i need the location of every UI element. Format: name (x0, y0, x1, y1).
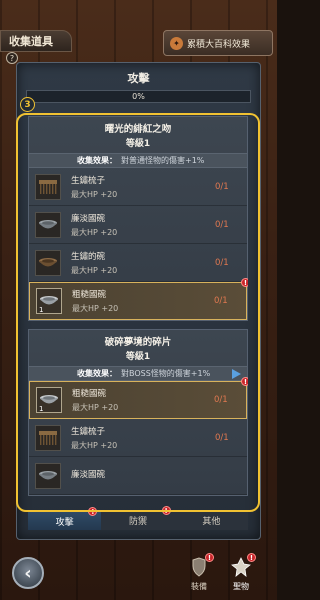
alert-icon: ! (88, 507, 98, 516)
item-slot: 1 (36, 288, 62, 314)
list-item[interactable]: 生鏽梳子 最大HP +20 0/1 (29, 168, 247, 206)
item-count: 0/1 (214, 296, 228, 306)
collection-set: 曙光的緋紅之吻 等級1 收集效果： 對普通怪物的傷害+1% 生鏽梳子 最大HP … (28, 116, 248, 321)
back-arrow-icon: ‹ (24, 562, 32, 584)
item-name: 廉淡國碗 (71, 470, 106, 480)
item-slot (35, 462, 61, 489)
item-slot: 1 (36, 387, 62, 413)
set-effect: 收集效果： 對普通怪物的傷害+1% (29, 153, 247, 168)
category-tabs: 攻擊 ! 防禦 ! 其他 (28, 506, 248, 530)
set-effect: 收集效果： 對BOSS怪物的傷害+1% (29, 366, 247, 381)
list-item[interactable]: 生鏽梳子 最大HP +20 0/1 (29, 419, 247, 457)
item-slot (35, 173, 61, 200)
bowl-icon (39, 470, 57, 479)
effect-value: 對普通怪物的傷害+1% (121, 156, 205, 165)
alert-icon: ! (241, 278, 248, 287)
item-stat: 最大HP +20 (72, 304, 119, 313)
alert-icon: ! (205, 553, 214, 562)
category-title: 攻擊 (127, 72, 150, 85)
item-slot (35, 211, 61, 238)
collection-effect-label: 累積大百科效果 (187, 39, 251, 50)
list-item-selected[interactable]: 1 粗糙國碗 最大HP +20 0/1 ! (29, 278, 248, 320)
bowl-icon (39, 257, 57, 266)
alert-icon: ! (241, 377, 248, 386)
list-item[interactable]: 生鏽的碗 最大HP +20 0/1 (29, 244, 247, 282)
nav-equipment[interactable]: 裝備 ! (184, 553, 214, 592)
item-name: 生鏽的碗 (71, 251, 106, 262)
item-count: 0/1 (215, 219, 229, 230)
nav-label: 裝備 (191, 582, 207, 591)
item-stat: 最大HP +20 (71, 189, 118, 199)
item-quantity: 1 (39, 405, 44, 413)
item-stat: 最大HP +20 (71, 440, 118, 450)
collection-set-list[interactable]: 曙光的緋紅之吻 等級1 收集效果： 對普通怪物的傷害+1% 生鏽梳子 最大HP … (28, 116, 248, 506)
item-count: 0/1 (215, 181, 229, 192)
progress-text: 0% (132, 92, 145, 101)
set-level: 等級1 (125, 139, 151, 149)
set-level: 等級1 (125, 352, 151, 362)
alert-icon: ! (161, 506, 171, 515)
item-slot (35, 249, 61, 276)
item-name: 廉淡國碗 (71, 213, 106, 224)
effect-value: 對BOSS怪物的傷害+1% (121, 369, 211, 378)
book-icon: ✦ (170, 36, 183, 50)
play-icon[interactable] (232, 369, 241, 379)
item-stat: 最大HP +20 (71, 227, 118, 237)
alert-icon: ! (247, 553, 256, 562)
item-stat: 最大HP +20 (72, 403, 119, 412)
item-count: 0/1 (215, 432, 229, 443)
list-item[interactable]: 廉淡國碗 (29, 457, 247, 495)
step-badge: 3 (20, 97, 35, 112)
tab-other[interactable]: 其他 (174, 510, 248, 530)
item-count: 0/1 (215, 257, 229, 268)
tab-defense[interactable]: 防禦 ! (101, 506, 175, 530)
collection-effect-button[interactable]: ✦ 累積大百科效果 (163, 30, 273, 56)
window-title: 收集道具 (0, 30, 72, 52)
effect-label: 收集效果： (77, 369, 117, 378)
list-item-selected[interactable]: 1 粗糙國碗 最大HP +20 0/1 ! (29, 377, 248, 419)
set-name: 破碎夢境的碎片 (104, 337, 172, 348)
item-name: 粗糙國碗 (72, 290, 107, 300)
tab-label: 其他 (202, 517, 221, 527)
item-name: 粗糙國碗 (72, 389, 107, 399)
tab-label: 攻擊 (55, 517, 74, 528)
nav-label: 聖物 (233, 582, 249, 591)
item-stat: 最大HP +20 (71, 265, 118, 275)
list-item[interactable]: 廉淡國碗 最大HP +20 0/1 (29, 206, 247, 244)
item-name: 生鏽梳子 (71, 426, 106, 437)
item-count: 0/1 (214, 395, 228, 405)
set-name: 曙光的緋紅之吻 (104, 124, 172, 135)
back-button[interactable]: ‹ (12, 557, 44, 589)
tab-label: 防禦 (128, 517, 147, 527)
item-slot (35, 424, 61, 451)
tab-attack[interactable]: 攻擊 ! (28, 507, 102, 530)
comb-icon (39, 430, 57, 445)
item-quantity: 1 (39, 306, 44, 314)
item-name: 生鏽梳子 (71, 175, 106, 186)
collection-set: 破碎夢境的碎片 等級1 收集效果： 對BOSS怪物的傷害+1% 1 粗糙國碗 最… (28, 329, 248, 496)
bowl-icon (39, 219, 57, 228)
effect-label: 收集效果： (77, 156, 117, 165)
comb-icon (39, 179, 57, 194)
nav-relic[interactable]: 聖物 ! (226, 553, 256, 592)
category-progress-bar: 0% (26, 90, 251, 103)
